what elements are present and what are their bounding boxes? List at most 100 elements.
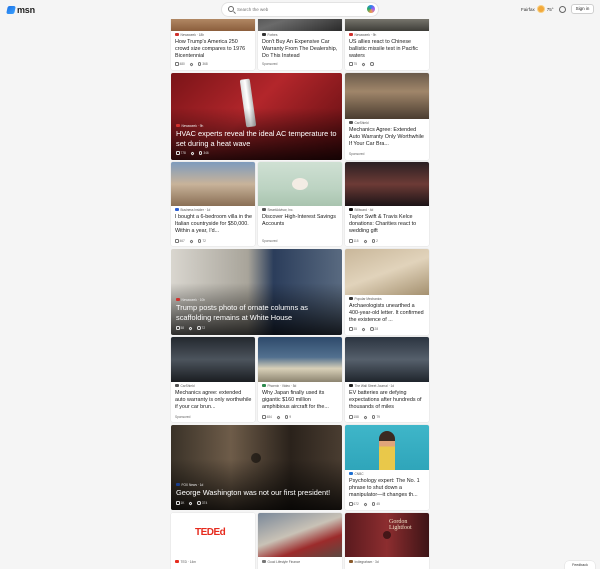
- card-title[interactable]: Why Japan finally used its gigantic $160…: [262, 390, 339, 418]
- heart-icon[interactable]: [190, 150, 195, 156]
- heart-icon[interactable]: [363, 501, 368, 507]
- card-title[interactable]: Mechanics Agree: Extended Auto Warranty …: [349, 127, 426, 155]
- card-title[interactable]: Mechanics agree: extended auto warranty …: [175, 390, 252, 418]
- card-image: [345, 337, 429, 382]
- like-icon[interactable]: [262, 415, 266, 419]
- news-card[interactable]: Popular Mechanics Archaeologists unearth…: [345, 249, 429, 335]
- comment-icon[interactable]: [371, 239, 376, 243]
- weather-temp: 75°: [546, 6, 554, 12]
- card-image: [171, 162, 255, 206]
- news-card[interactable]: TEDEd TED · 14m: [171, 513, 255, 569]
- smartadvisor-icon: [262, 207, 266, 212]
- cnbc-icon: [349, 471, 353, 476]
- news-card[interactable]: Good Lifestyle Finance: [258, 513, 342, 569]
- card-image: [258, 513, 342, 557]
- comment-icon[interactable]: [370, 62, 374, 66]
- like-icon[interactable]: [349, 239, 353, 243]
- person-image: [379, 431, 395, 470]
- newsweek-icon: [176, 123, 180, 128]
- search-box[interactable]: [222, 3, 378, 16]
- like-icon[interactable]: [349, 415, 353, 419]
- card-image: [345, 249, 429, 295]
- news-card[interactable]: CNBC Psychology expert: The No. 1 phrase…: [345, 425, 429, 510]
- business-insider-icon: [175, 207, 179, 212]
- hero-title[interactable]: Trump posts photo of ornate columns as s…: [176, 303, 337, 322]
- billboard-icon: [349, 207, 353, 212]
- comment-icon[interactable]: [197, 62, 202, 66]
- sun-icon: [537, 6, 544, 12]
- comment-icon[interactable]: [197, 239, 202, 243]
- card-image: [345, 73, 429, 119]
- comment-icon[interactable]: [197, 326, 201, 330]
- card-title[interactable]: How Trump's America 250 crowd size compa…: [175, 39, 252, 60]
- comment-icon[interactable]: [197, 501, 201, 505]
- sign-in-button[interactable]: Sign in: [571, 4, 594, 14]
- hero-title[interactable]: George Washington was not our first pres…: [176, 488, 337, 498]
- feedback-button[interactable]: Feedback: [565, 561, 595, 569]
- carshield-icon: [175, 383, 179, 388]
- card-title[interactable]: US allies react to Chinese ballistic mis…: [349, 39, 426, 60]
- news-card[interactable]: Billboard · 4d Taylor Swift & Travis Kel…: [345, 162, 429, 246]
- newsweek-icon: [175, 32, 179, 37]
- like-icon[interactable]: [175, 239, 179, 243]
- card-title[interactable]: Don't Buy An Expensive Car Warranty From…: [262, 39, 339, 60]
- weather-widget[interactable]: Fairfax 75°: [521, 6, 554, 12]
- comment-icon[interactable]: [370, 327, 374, 331]
- piggy-bank-image: [292, 178, 308, 190]
- msn-logo-icon: [6, 6, 16, 14]
- like-icon[interactable]: [349, 327, 353, 331]
- like-icon[interactable]: [176, 326, 180, 330]
- finance-icon: [262, 559, 266, 564]
- news-card[interactable]: SmartAdvisor, Inc. Discover High-Interes…: [258, 162, 342, 246]
- search-input[interactable]: [237, 4, 367, 15]
- gordon-lightfoot-text: Gordon Lightfoot: [389, 519, 412, 531]
- heart-icon[interactable]: [276, 414, 281, 420]
- card-image: [345, 162, 429, 206]
- comment-icon[interactable]: [284, 415, 289, 419]
- card-title[interactable]: Taylor Swift & Travis Kelce donations: C…: [349, 214, 426, 242]
- heart-icon[interactable]: [188, 325, 193, 331]
- like-icon[interactable]: [176, 501, 180, 505]
- heart-icon[interactable]: [362, 238, 368, 244]
- like-icon[interactable]: [349, 62, 353, 66]
- hero-title[interactable]: HVAC experts reveal the ideal AC tempera…: [176, 129, 337, 148]
- ted-icon: [175, 559, 179, 564]
- news-card[interactable]: Business Insider · 1d I bought a 6-bedro…: [171, 162, 255, 246]
- search-icon: [228, 6, 234, 12]
- hero-news-card[interactable]: Newsweek · 9h HVAC experts reveal the id…: [171, 73, 342, 160]
- fox-news-icon: [176, 482, 180, 487]
- news-card[interactable]: Phoenix · Video · 5d Why Japan finally u…: [258, 337, 342, 422]
- heart-icon[interactable]: [361, 326, 366, 332]
- card-title[interactable]: I bought a 6-bedroom villa in the Italia…: [175, 214, 252, 242]
- heart-icon[interactable]: [361, 61, 366, 67]
- like-icon[interactable]: [176, 151, 180, 155]
- phoenix-icon: [262, 383, 266, 388]
- card-image: [171, 337, 255, 382]
- comment-icon[interactable]: [198, 151, 203, 155]
- heart-icon[interactable]: [189, 61, 194, 67]
- card-title[interactable]: Discover High-Interest Savings Accounts: [262, 214, 339, 228]
- heart-icon[interactable]: [188, 500, 194, 506]
- msn-logo[interactable]: msn: [6, 5, 35, 15]
- comment-icon[interactable]: [371, 502, 376, 506]
- heart-icon[interactable]: [363, 414, 368, 420]
- play-icon[interactable]: [383, 531, 391, 539]
- gear-icon[interactable]: [559, 6, 566, 13]
- news-card[interactable]: CarShield Mechanics Agree: Extended Auto…: [345, 73, 429, 160]
- news-card[interactable]: The Wall Street Journal · 1d EV batterie…: [345, 337, 429, 422]
- like-icon[interactable]: [349, 502, 353, 506]
- like-icon[interactable]: [175, 62, 179, 66]
- newsweek-icon: [176, 297, 180, 302]
- news-card[interactable]: CarShield Mechanics agree: extended auto…: [171, 337, 255, 422]
- news-card[interactable]: Gordon Lightfoot Indiegraham · 3d: [345, 513, 429, 569]
- card-title[interactable]: EV batteries are defying expectations af…: [349, 390, 426, 418]
- wsj-icon: [349, 383, 353, 388]
- heart-icon[interactable]: [189, 238, 194, 244]
- card-image: [258, 337, 342, 382]
- copilot-icon[interactable]: [367, 5, 375, 13]
- forbes-icon: [262, 32, 266, 37]
- weather-location: Fairfax: [521, 6, 535, 12]
- hero-news-card[interactable]: FOX News · 1d George Washington was not …: [171, 425, 342, 510]
- hero-news-card[interactable]: Newsweek · 10h Trump posts photo of orna…: [171, 249, 342, 335]
- comment-icon[interactable]: [371, 415, 376, 419]
